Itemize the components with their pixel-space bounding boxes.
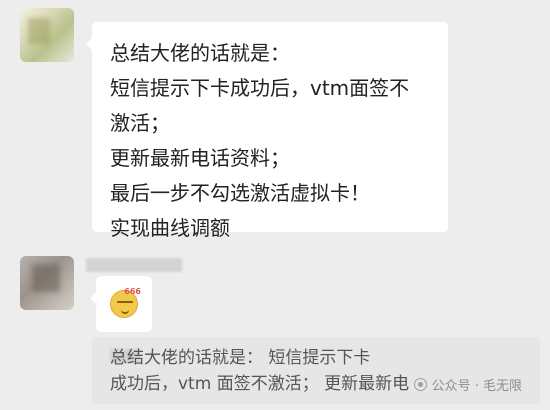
message-line: 总结大佬的话就是：	[110, 41, 290, 65]
wechat-icon	[413, 378, 427, 391]
avatar[interactable]	[20, 8, 74, 62]
quoted-line: 总结大佬的话就是： 短信提示下卡	[110, 348, 371, 368]
watermark-label: 公众号 · 毛无限	[431, 379, 522, 394]
sticker-badge: 666	[124, 287, 141, 296]
watermark: 公众号 · 毛无限	[413, 375, 522, 394]
quoted-message[interactable]: 总结大佬的话就是： 短信提示下卡 成功后，vtm 面签不激活； 更新最新电 公众…	[92, 337, 540, 404]
chat-window: 总结大佬的话就是： 短信提示下卡成功后，vtm面签不 激活； 更新最新电话资料；…	[0, 0, 550, 410]
avatar[interactable]	[20, 256, 74, 310]
message-line: 激活；	[110, 111, 170, 135]
message-bubble[interactable]: 总结大佬的话就是： 短信提示下卡成功后，vtm面签不 激活； 更新最新电话资料；…	[86, 22, 448, 240]
message-line: 实现曲线调额	[110, 216, 230, 240]
message-line: 短信提示下卡成功后，vtm面签不	[110, 76, 410, 100]
sender-name	[86, 258, 182, 272]
sticker-bubble[interactable]: 666	[90, 276, 152, 332]
message-line: 更新最新电话资料；	[110, 146, 290, 170]
message-line: 最后一步不勾选激活虚拟卡！	[110, 181, 370, 205]
